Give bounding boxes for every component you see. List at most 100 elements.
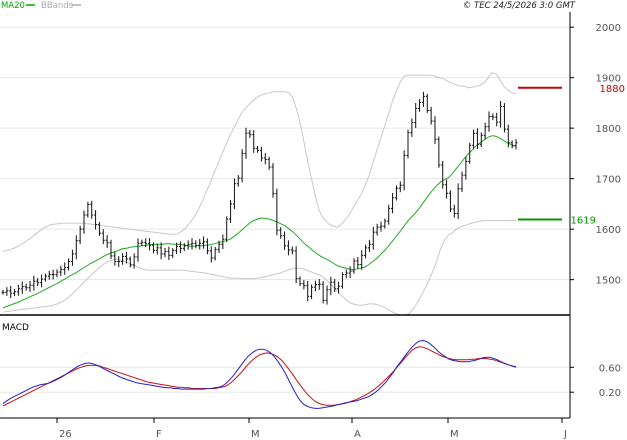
ohlc-bar	[479, 132, 483, 148]
ohlc-bar	[294, 246, 298, 284]
ohlc-bar	[452, 204, 456, 218]
ohlc-bar	[209, 246, 213, 263]
ohlc-bar	[78, 225, 82, 245]
ohlc-bar	[306, 280, 310, 302]
ohlc-bar	[387, 204, 391, 225]
ohlc-bar	[456, 183, 460, 219]
ohlc-bar	[437, 136, 441, 168]
ohlc-bar	[121, 253, 125, 265]
ohlc-bar	[352, 258, 356, 274]
ohlc-bar	[47, 270, 51, 280]
ohlc-bar	[286, 240, 290, 256]
ohlc-bar	[24, 283, 28, 291]
ohlc-bar	[16, 284, 20, 296]
ohlc-bar	[340, 272, 344, 289]
macd-panel-title: MACD	[2, 323, 29, 333]
ohlc-bar	[205, 238, 209, 255]
ohlc-bar	[20, 281, 24, 294]
macd-grid	[0, 366, 570, 393]
ohlc-bar	[298, 276, 302, 287]
ohlc-bar	[236, 175, 240, 187]
ohlc-bar	[310, 284, 314, 300]
macd-line	[2, 339, 517, 409]
price-panel: 1880 1619 2000 1900 1800 1700 1600 1500	[0, 23, 625, 316]
ohlc-bar	[105, 235, 109, 248]
ohlc-bar	[348, 266, 352, 278]
ohlc-bar	[36, 277, 40, 287]
ohlc-bar	[406, 129, 410, 159]
ohlc-bar	[194, 240, 198, 249]
ohlc-bar	[9, 285, 13, 299]
x-tick-label: F	[156, 429, 162, 440]
ohlc-bar	[302, 280, 306, 290]
ohlc-bar	[94, 210, 98, 230]
ohlc-bar	[59, 265, 63, 277]
ohlc-bar	[155, 243, 159, 255]
ohlc-bar	[402, 150, 406, 191]
macd-y-axis: 0.60 0.20	[570, 363, 621, 399]
ohlc-bar	[198, 239, 202, 250]
ohlc-bar	[410, 118, 414, 137]
ohlc-bar	[190, 238, 194, 250]
price-chart: MA20 BBands © TEC 24/5/2026 3:0 GMT 1880…	[0, 1, 625, 440]
ohlc-bar	[487, 111, 491, 132]
ohlc-bar	[128, 256, 132, 268]
ohlc-bar	[441, 161, 445, 189]
ohlc-bar	[43, 273, 47, 282]
x-tick-label: M	[450, 429, 459, 440]
legend-bbands[interactable]: BBands	[41, 1, 74, 11]
legend-ma20[interactable]: MA20	[1, 1, 25, 11]
ohlc-bar	[28, 280, 32, 292]
ohlc-bar	[290, 246, 294, 255]
ohlc-bar	[259, 146, 263, 162]
ohlc-bar	[101, 229, 105, 245]
ohlc-bar	[367, 240, 371, 253]
ohlc-bar	[283, 231, 287, 251]
ohlc-bar	[375, 223, 379, 236]
x-axis: 26 F M A M J	[56, 418, 567, 440]
ohlc-bar	[70, 249, 74, 266]
ohlc-bar	[40, 274, 44, 288]
x-tick-label: A	[354, 429, 361, 440]
ohlc-bar	[32, 275, 36, 291]
ohlc-bar	[391, 192, 395, 214]
price-tick-label: 1600	[596, 225, 621, 236]
ohlc-bar	[90, 200, 94, 219]
ohlc-bar	[460, 171, 464, 193]
price-tick-label: 1700	[596, 175, 621, 186]
price-tick-label: 1500	[596, 276, 621, 287]
price-bars	[1, 91, 518, 305]
ohlc-bar	[356, 257, 360, 269]
ohlc-bar	[414, 103, 418, 129]
ohlc-bar	[429, 106, 433, 125]
ohlc-bar	[483, 122, 487, 140]
ohlc-bar	[344, 269, 348, 279]
ohlc-bar	[418, 99, 422, 112]
ohlc-bar	[425, 93, 429, 113]
ohlc-bar	[433, 116, 437, 145]
ohlc-bar	[491, 113, 495, 121]
ohlc-bar	[229, 199, 233, 223]
ohlc-bar	[113, 251, 117, 266]
ohlc-bar	[82, 210, 86, 234]
ohlc-bar	[178, 241, 182, 254]
ohlc-bar	[86, 201, 90, 218]
macd-tick-label: 0.20	[599, 388, 621, 399]
ohlc-bar	[213, 246, 217, 261]
ohlc-bar	[51, 269, 55, 280]
ohlc-bar	[360, 250, 364, 270]
ohlc-bar	[232, 178, 236, 210]
ohlc-bar	[379, 221, 383, 232]
ohlc-bar	[263, 153, 267, 165]
ohlc-bar	[202, 236, 206, 249]
ohlc-bar	[13, 289, 17, 297]
ohlc-bar	[445, 179, 449, 199]
signal-line	[2, 346, 517, 407]
ohlc-bar	[317, 279, 321, 290]
ohlc-bar	[464, 156, 468, 180]
ohlc-bar	[67, 258, 71, 271]
ohlc-bar	[313, 280, 317, 292]
price-tick-label: 1900	[596, 74, 621, 85]
support-label: 1619	[571, 216, 596, 227]
ohlc-bar	[182, 243, 186, 252]
